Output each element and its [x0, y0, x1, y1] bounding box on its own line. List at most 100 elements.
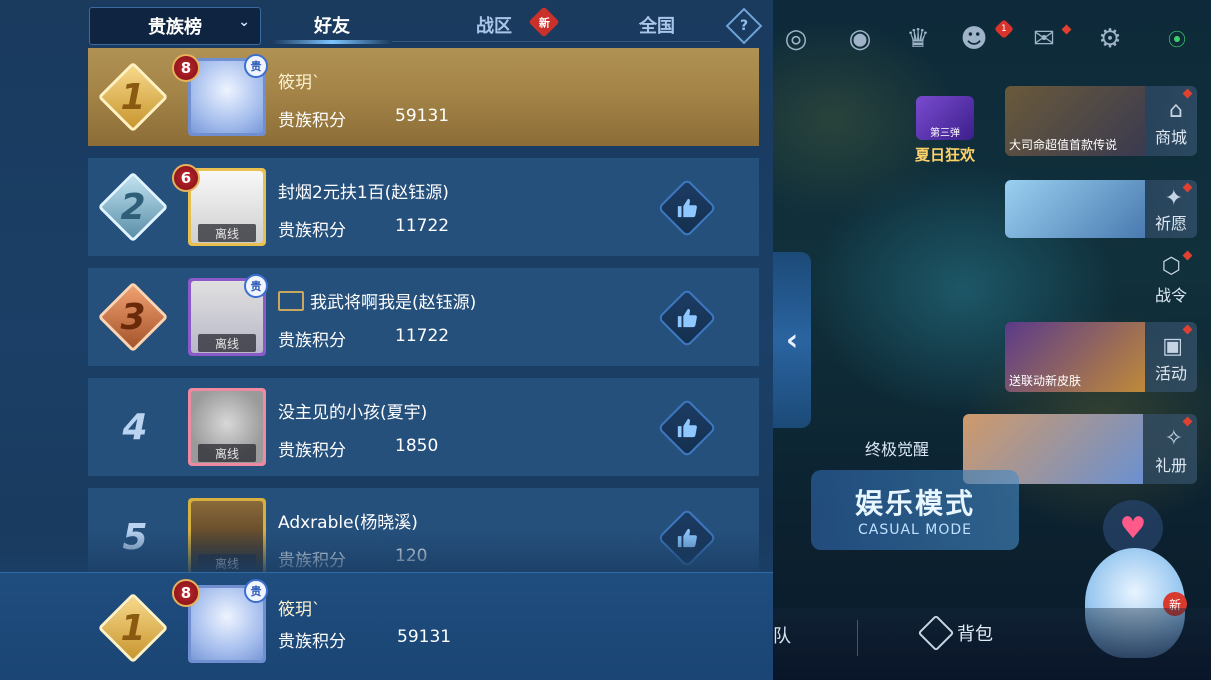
player-name: 我武将啊我是(赵钰源) [310, 293, 477, 313]
awaken-label: 终极觉醒 [865, 440, 930, 459]
collapse-panel-button[interactable]: ‹ [773, 252, 811, 428]
rank-number: 3 [120, 296, 146, 338]
battle-pass-dot [1182, 250, 1193, 261]
wish-dot [1182, 182, 1193, 193]
like-button[interactable] [657, 178, 717, 238]
summer-event-button[interactable]: 第三弹 夏日狂欢 [905, 90, 985, 170]
wish-card[interactable]: ✦ 祈愿 [1005, 180, 1197, 238]
casual-mode-title: 娱乐模式 [854, 487, 975, 520]
bag-label: 背包 [957, 624, 993, 645]
eye-icon[interactable]: ◉ [843, 22, 877, 56]
player-name: Adxrable(杨晓溪) [278, 513, 418, 533]
score-label: 贵族积分 [278, 551, 346, 571]
score-value: 120 [395, 546, 428, 566]
score-label: 贵族积分 [278, 441, 346, 461]
friends-icon[interactable]: ☻ [957, 22, 991, 56]
bottom-divider [857, 620, 858, 656]
rank-number: 1 [120, 76, 146, 118]
score-label: 贵族积分 [278, 221, 346, 241]
tab-national[interactable]: 全国 [600, 8, 714, 42]
casual-mode-subtitle: CASUAL MODE [857, 522, 973, 538]
player-name: 没主见的小孩(夏宇) [278, 403, 428, 423]
tab-divider-line [392, 41, 720, 42]
settings-gear-icon[interactable]: ⚙ [1093, 22, 1127, 56]
bronze-medal-icon: 3 [97, 281, 169, 353]
chevron-down-icon: ⌄ [238, 14, 250, 30]
bottom-bar: 队 背包 [773, 608, 1211, 680]
leaderboard-row-4[interactable]: 4 离线 没主见的小孩(夏宇) 贵族积分 1850 [88, 378, 759, 476]
level-badge: 6 [172, 164, 200, 192]
avatar[interactable]: 离线 [188, 388, 266, 466]
leaderboard-row-3[interactable]: 3 离线 贵 我武将啊我是(赵钰源) 贵族积分 11722 [88, 268, 759, 366]
mail-icon[interactable]: ✉ [1027, 22, 1061, 56]
gold-medal-icon: 1 [97, 592, 169, 664]
leaderboard-panel: 贵族榜 ⌄ 好友 战区 新 全国 ? 1 8 贵 筱玥` 贵族积分 59131 … [0, 0, 773, 680]
lobby-background: ◎ ◉ ♛ ☻ 1 ✉ ⚙ ⦿ 第三弹 夏日狂欢 ⌂ 大司命超值首款传说 商城 … [773, 0, 1211, 680]
offline-tag: 离线 [198, 444, 256, 462]
activity-label: 活动 [1154, 364, 1187, 383]
player-name: 封烟2元扶1百(赵钰源) [278, 183, 449, 203]
wish-art [1005, 180, 1145, 238]
wish-icon: ✦ [1164, 186, 1183, 211]
bag-button[interactable]: 背包 [917, 614, 993, 652]
rank-number: 2 [120, 186, 146, 228]
rank-type-dropdown[interactable]: 贵族榜 ⌄ [89, 7, 261, 45]
like-button[interactable] [657, 398, 717, 458]
tab-friends[interactable]: 好友 [272, 8, 392, 42]
thumbs-up-icon [677, 528, 697, 548]
score-value: 1850 [395, 436, 439, 456]
mail-dot [1061, 24, 1072, 35]
score-value: 11722 [395, 326, 450, 346]
shop-caption: 大司命超值首款传说 [1009, 138, 1118, 152]
noble-badge: 贵 [244, 54, 268, 78]
like-button[interactable] [657, 508, 717, 568]
level-badge: 8 [172, 579, 200, 607]
thumbs-up-icon [677, 308, 697, 328]
activity-caption: 送联动新皮肤 [1009, 374, 1082, 388]
my-rank-row[interactable]: 1 8 贵 筱玥` 贵族积分 59131 [0, 572, 773, 680]
score-label: 贵族积分 [278, 632, 346, 652]
battle-pass-card[interactable]: ⬡ 战令 [1005, 248, 1197, 310]
silver-medal-icon: 2 [97, 171, 169, 243]
like-button[interactable] [657, 288, 717, 348]
score-value: 11722 [395, 216, 450, 236]
activity-icon: ▣ [1162, 334, 1183, 359]
shop-icon: ⌂ [1169, 98, 1183, 123]
help-button[interactable]: ? [725, 7, 763, 45]
thumbs-up-icon [677, 418, 697, 438]
player-name-line: 我武将啊我是(赵钰源) [278, 288, 476, 313]
summer-event-label: 夏日狂欢 [914, 145, 975, 164]
shop-dot [1182, 88, 1193, 99]
rank-type-label: 贵族榜 [148, 17, 202, 38]
activity-card[interactable]: ▣ 送联动新皮肤 活动 [1005, 322, 1197, 392]
friends-count-badge: 1 [994, 19, 1014, 39]
battle-pass-icon: ⬡ [1161, 254, 1181, 279]
target-icon[interactable]: ◎ [779, 22, 813, 56]
question-icon: ? [739, 18, 749, 34]
rank-number: 4 [122, 406, 148, 448]
score-value: 59131 [395, 106, 450, 126]
wifi-signal-icon: ⦿ [1168, 30, 1186, 51]
bag-icon [917, 614, 955, 652]
noble-badge: 贵 [244, 274, 268, 298]
leaderboard-row-1[interactable]: 1 8 贵 筱玥` 贵族积分 59131 [88, 48, 759, 146]
panel-header: 贵族榜 ⌄ 好友 战区 新 全国 ? [0, 0, 773, 48]
trophy-icon[interactable]: ♛ [901, 22, 935, 56]
team-button[interactable]: 队 [773, 622, 791, 648]
gold-medal-icon: 1 [97, 61, 169, 133]
score-label: 贵族积分 [278, 331, 346, 351]
score-value: 59131 [397, 627, 452, 647]
gift-book-icon: ✧ [1164, 426, 1183, 451]
avatar[interactable]: 离线 [188, 498, 266, 576]
player-name: 筱玥` [278, 73, 321, 93]
offline-tag: 离线 [198, 224, 256, 242]
leaderboard-row-2[interactable]: 2 离线 6 封烟2元扶1百(赵钰源) 贵族积分 11722 [88, 158, 759, 256]
casual-mode-button[interactable]: 娱乐模式 CASUAL MODE [811, 470, 1019, 550]
shop-card[interactable]: ⌂ 大司命超值首款传说 商城 [1005, 86, 1197, 156]
player-name: 筱玥` [278, 600, 321, 620]
chevron-left-icon: ‹ [785, 322, 799, 358]
gift-book-dot [1182, 416, 1193, 427]
offline-tag: 离线 [198, 334, 256, 352]
battle-pass-label: 战令 [1154, 286, 1187, 305]
wish-label: 祈愿 [1154, 214, 1187, 233]
